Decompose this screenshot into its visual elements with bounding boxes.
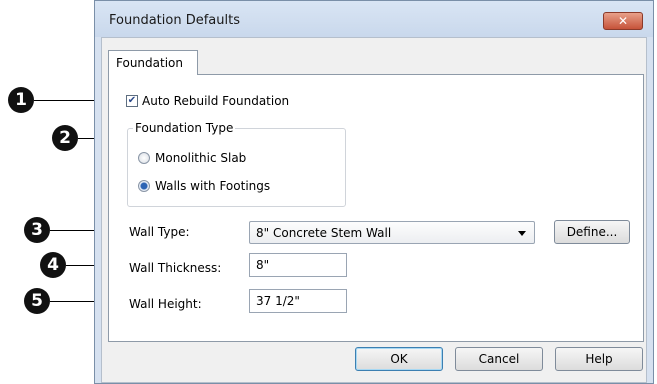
callout-5: 5 [24, 288, 50, 314]
ok-button-label: OK [390, 352, 408, 366]
wall-height-value: 37 1/2" [256, 294, 300, 308]
walls-with-footings-label: Walls with Footings [155, 179, 271, 193]
checkmark-icon: ✔ [127, 95, 137, 106]
dialog-title: Foundation Defaults [109, 13, 240, 28]
help-button-label: Help [585, 352, 613, 366]
auto-rebuild-label: Auto Rebuild Foundation [142, 94, 290, 108]
wall-type-label: Wall Type: [129, 225, 190, 239]
foundation-type-group [127, 128, 346, 207]
radio-row-monolithic-slab[interactable]: Monolithic Slab [138, 151, 246, 165]
close-icon: ✕ [617, 14, 629, 28]
wall-height-label: Wall Height: [129, 297, 202, 311]
foundation-tab-panel: ✔ Auto Rebuild Foundation Foundation Typ… [108, 74, 644, 342]
foundation-type-legend: Foundation Type [133, 121, 236, 135]
callout-1: 1 [8, 87, 34, 113]
dialog-client-area: Foundation ✔ Auto Rebuild Foundation Fou… [101, 37, 647, 383]
callout-3: 3 [24, 217, 50, 243]
define-button-label: Define... [566, 225, 618, 239]
title-bar[interactable]: Foundation Defaults ✕ [95, 1, 653, 37]
close-button[interactable]: ✕ [603, 12, 643, 30]
help-button[interactable]: Help [555, 347, 643, 371]
wall-thickness-label: Wall Thickness: [129, 261, 222, 275]
monolithic-slab-label: Monolithic Slab [155, 151, 247, 165]
wall-thickness-field[interactable]: 8" [249, 253, 347, 277]
radio-row-walls-with-footings[interactable]: Walls with Footings [138, 179, 270, 193]
wall-thickness-value: 8" [256, 258, 270, 272]
monolithic-slab-radio[interactable] [138, 152, 150, 164]
cancel-button[interactable]: Cancel [455, 347, 543, 371]
cancel-button-label: Cancel [478, 352, 520, 366]
auto-rebuild-checkbox[interactable]: ✔ [126, 95, 138, 107]
ok-button[interactable]: OK [355, 347, 443, 371]
tab-foundation[interactable]: Foundation [108, 50, 198, 75]
auto-rebuild-checkbox-row[interactable]: ✔ Auto Rebuild Foundation [126, 94, 289, 108]
walls-with-footings-radio[interactable] [138, 180, 150, 192]
wall-height-field[interactable]: 37 1/2" [249, 289, 347, 313]
foundation-defaults-dialog: Foundation Defaults ✕ Foundation ✔ Auto … [94, 0, 654, 384]
callout-4: 4 [40, 252, 66, 278]
callout-2: 2 [52, 125, 78, 151]
dropdown-arrow-icon [518, 231, 526, 236]
tab-foundation-label: Foundation [116, 56, 183, 70]
wall-type-dropdown[interactable]: 8" Concrete Stem Wall [249, 221, 535, 244]
define-button[interactable]: Define... [554, 220, 630, 244]
wall-type-value: 8" Concrete Stem Wall [256, 226, 392, 240]
